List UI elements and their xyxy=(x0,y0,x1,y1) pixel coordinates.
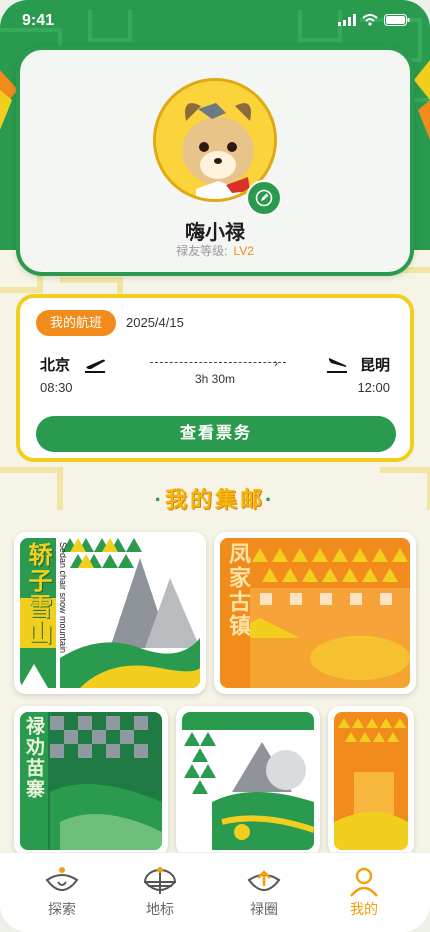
view-ticket-button[interactable]: 查看票务 xyxy=(36,416,396,452)
explore-icon xyxy=(32,865,92,899)
edit-icon xyxy=(255,189,273,207)
stamp-card[interactable]: 禄劝苗寨 xyxy=(14,706,168,856)
stamp-card[interactable] xyxy=(176,706,320,856)
level-value: LV2 xyxy=(233,244,254,258)
tab-circle-label: 禄圈 xyxy=(250,901,278,917)
username: 嗨小禄 xyxy=(185,222,245,244)
flight-duration: 3h 30m xyxy=(194,372,236,386)
title-dot-right-icon: · xyxy=(265,487,276,512)
flight-route-line xyxy=(150,362,286,363)
signal-icon xyxy=(338,14,356,26)
stamp-artwork xyxy=(334,712,408,850)
tab-explore-label: 探索 xyxy=(48,901,76,917)
arrival-time: 12:00 xyxy=(357,380,390,395)
arrival-city: 昆明 xyxy=(359,357,390,374)
tab-landmark-label: 地标 xyxy=(146,901,174,917)
bottom-tab-bar: 探索 地标 禄圈 我的 xyxy=(0,852,430,932)
tab-landmark[interactable]: 地标 xyxy=(130,865,190,919)
stamp-card[interactable] xyxy=(328,706,414,856)
stamp-title: 禄劝苗寨 xyxy=(23,716,44,800)
edit-profile-button[interactable] xyxy=(246,180,282,216)
stamp-card[interactable]: 轿子雪山 Sedan chair snow mountain xyxy=(14,532,206,694)
landing-icon xyxy=(326,354,348,379)
status-time: 9:41 xyxy=(22,12,55,29)
user-level: 禄友等级: LV2 xyxy=(20,242,410,259)
flight-tag: 我的航班 xyxy=(36,310,117,336)
wifi-icon xyxy=(362,14,378,26)
app-frame: 9:41 嗨小禄 禄友等级: LV2 我的航班 2025/4/15 北京 › 3… xyxy=(0,0,430,932)
tab-me[interactable]: 我的 xyxy=(334,865,394,919)
departure-time: 08:30 xyxy=(40,380,73,395)
route-arrow-icon: › xyxy=(274,356,278,370)
profile-card: 嗨小禄 禄友等级: LV2 xyxy=(16,46,414,276)
stamp-artwork xyxy=(182,712,314,850)
status-icons xyxy=(338,14,410,26)
flight-date: 2025/4/15 xyxy=(126,315,184,330)
stamp-title: 轿子雪山 xyxy=(24,542,50,646)
stamp-card[interactable]: 凤家古镇 xyxy=(214,532,416,694)
stamps-title-text: 我的集邮 xyxy=(164,487,265,512)
landmark-icon xyxy=(130,865,190,899)
stamp-subtitle: Sedan chair snow mountain xyxy=(58,542,68,654)
battery-icon xyxy=(384,14,410,26)
profile-icon xyxy=(334,865,394,899)
level-label: 禄友等级: xyxy=(176,244,228,258)
stamp-title: 凤家古镇 xyxy=(226,542,251,638)
title-dot-left-icon: · xyxy=(154,487,165,512)
flight-card: 我的航班 2025/4/15 北京 › 3h 30m 昆明 08:30 12:0… xyxy=(16,294,414,462)
stamps-section-title: ·我的集邮· xyxy=(0,482,430,514)
tab-me-label: 我的 xyxy=(350,901,378,917)
circle-icon xyxy=(234,865,294,899)
tab-circle[interactable]: 禄圈 xyxy=(234,865,294,919)
status-bar: 9:41 xyxy=(0,0,430,44)
tab-explore[interactable]: 探索 xyxy=(32,865,92,919)
